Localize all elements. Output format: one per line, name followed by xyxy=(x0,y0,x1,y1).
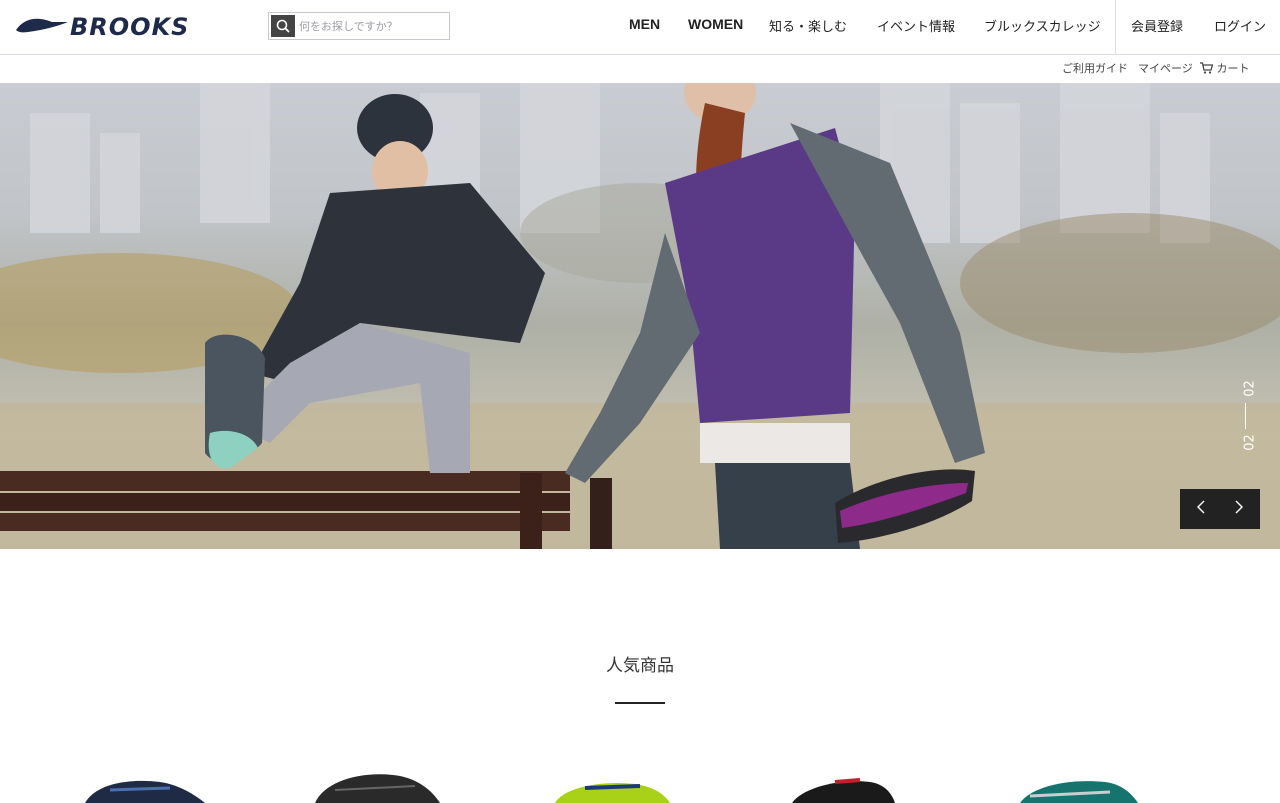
nav-men[interactable]: MEN xyxy=(629,16,660,32)
slide-counter-line xyxy=(1245,403,1246,429)
search-button[interactable] xyxy=(271,15,295,37)
search-icon xyxy=(276,19,290,33)
search-box xyxy=(268,12,450,40)
nav-women[interactable]: WOMEN xyxy=(688,16,743,32)
brooks-logo[interactable]: BROOKS xyxy=(14,10,190,41)
product-card-1[interactable] xyxy=(70,760,220,803)
shoe-image xyxy=(555,782,670,803)
mypage-link[interactable]: マイページ xyxy=(1138,60,1193,76)
cart-label: カート xyxy=(1216,62,1250,75)
chevron-right-icon xyxy=(1235,500,1243,514)
product-card-3[interactable] xyxy=(545,760,695,803)
shoe-image xyxy=(1020,781,1138,803)
site-header: BROOKS MEN WOMEN 知る・楽しむ イベント情報 ブルックスカレッジ… xyxy=(0,0,1280,83)
cart-link[interactable]: カート xyxy=(1200,60,1250,76)
nav-brooks-college[interactable]: ブルックスカレッジ xyxy=(984,16,1101,35)
nav-events[interactable]: イベント情報 xyxy=(877,16,955,35)
carousel-next-button[interactable] xyxy=(1224,495,1254,523)
nav-register[interactable]: 会員登録 xyxy=(1131,16,1183,35)
hero-carousel[interactable]: 02 02 xyxy=(0,83,1280,549)
carousel-prev-button[interactable] xyxy=(1186,495,1216,523)
brand-name: BROOKS xyxy=(70,13,190,41)
product-card-4[interactable] xyxy=(780,760,930,803)
slide-counter: 02 02 xyxy=(1232,375,1262,455)
product-card-2[interactable] xyxy=(305,760,455,803)
nav-login[interactable]: ログイン xyxy=(1214,16,1266,35)
nav-divider xyxy=(1115,0,1116,54)
shoe-image xyxy=(792,778,895,803)
shoe-image xyxy=(315,774,440,803)
cart-icon xyxy=(1200,62,1214,74)
search-input[interactable] xyxy=(299,16,447,36)
product-card-5[interactable] xyxy=(1010,760,1160,803)
nav-learn-enjoy[interactable]: 知る・楽しむ xyxy=(769,16,847,35)
slide-total: 02 xyxy=(1242,434,1258,451)
carousel-controls xyxy=(1180,489,1260,529)
slide-current: 02 xyxy=(1242,380,1258,397)
section-underline xyxy=(615,702,665,704)
header-divider xyxy=(0,54,1280,55)
shoe-image xyxy=(85,780,205,803)
user-guide-link[interactable]: ご利用ガイド xyxy=(1062,60,1128,76)
popular-products-heading: 人気商品 xyxy=(606,656,674,676)
hero-image xyxy=(0,83,1280,549)
chevron-left-icon xyxy=(1197,500,1205,514)
